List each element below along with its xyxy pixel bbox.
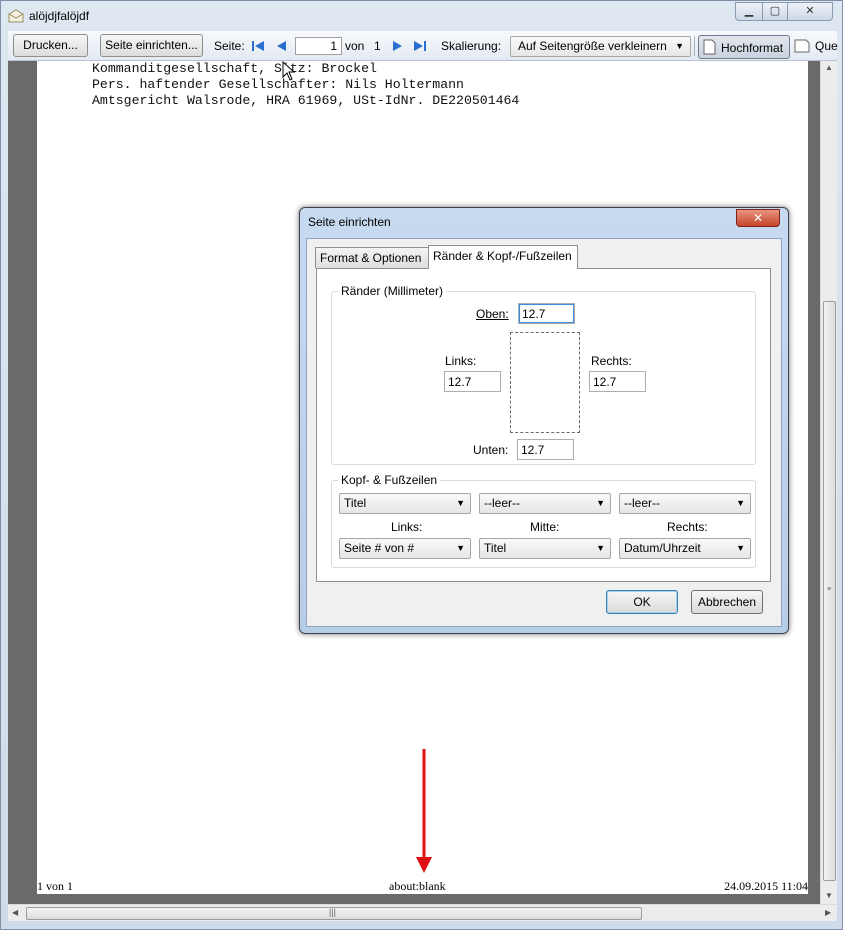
chevron-down-icon: ▼ bbox=[675, 41, 684, 51]
next-page-icon[interactable] bbox=[391, 39, 405, 53]
dialog-close-button[interactable]: ✕ bbox=[736, 209, 780, 227]
margins-group: Ränder (Millimeter) Oben: Links: Rechts:… bbox=[331, 284, 756, 465]
footer-left-value: Seite # von # bbox=[344, 541, 415, 555]
header-center-value: --leer-- bbox=[484, 496, 520, 510]
scaling-select[interactable]: Auf Seitengröße verkleinern ▼ bbox=[510, 36, 691, 57]
document-line: Pers. haftender Gesellschafter: Nils Hol… bbox=[92, 77, 464, 92]
scaling-label: Skalierung: bbox=[441, 39, 502, 53]
portrait-page-icon bbox=[703, 39, 716, 55]
scroll-left-icon[interactable]: ◀ bbox=[12, 908, 18, 917]
last-page-icon[interactable] bbox=[413, 39, 427, 53]
scroll-up-icon[interactable]: ▲ bbox=[825, 63, 833, 72]
maximize-button[interactable]: ▢ bbox=[762, 2, 788, 21]
headers-footers-group: Kopf- & Fußzeilen Titel ▼ --leer-- ▼ --lee… bbox=[331, 473, 756, 568]
page-footer-right: 24.09.2015 11:04 bbox=[724, 879, 808, 893]
dialog-body: Format & Optionen Ränder & Kopf-/Fußzeil… bbox=[306, 238, 782, 627]
top-margin-label: Oben: bbox=[476, 307, 509, 321]
header-right-value: --leer-- bbox=[624, 496, 660, 510]
total-pages: 1 bbox=[374, 39, 381, 53]
first-page-icon[interactable] bbox=[251, 39, 265, 53]
vertical-scrollbar[interactable]: ▲ ≡ ▼ bbox=[820, 61, 837, 904]
margins-legend: Ränder (Millimeter) bbox=[338, 284, 447, 298]
envelope-icon bbox=[8, 9, 24, 23]
tab-panel: Ränder (Millimeter) Oben: Links: Rechts:… bbox=[316, 268, 771, 582]
document-line: Kommanditgesellschaft, Sitz: Brockel bbox=[92, 61, 377, 76]
landscape-label[interactable]: Que bbox=[815, 39, 838, 53]
vertical-scroll-thumb[interactable]: ≡ bbox=[823, 301, 836, 881]
scaling-select-value: Auf Seitengröße verkleinern bbox=[518, 39, 667, 53]
footer-right-value: Datum/Uhrzeit bbox=[624, 541, 701, 555]
window-close-button[interactable]: ✕ bbox=[787, 2, 833, 21]
tab-margins-headers[interactable]: Ränder & Kopf-/Fußzeilen bbox=[428, 245, 578, 269]
cancel-button[interactable]: Abbrechen bbox=[691, 590, 763, 614]
scroll-right-icon[interactable]: ▶ bbox=[825, 908, 831, 917]
header-left-select[interactable]: Titel ▼ bbox=[339, 493, 471, 514]
footer-left-select[interactable]: Seite # von # ▼ bbox=[339, 538, 471, 559]
horizontal-scroll-thumb[interactable]: ||| bbox=[26, 907, 642, 920]
bottom-margin-input[interactable] bbox=[517, 439, 574, 460]
footer-center-select[interactable]: Titel ▼ bbox=[479, 538, 611, 559]
left-margin-input[interactable] bbox=[444, 371, 501, 392]
margin-preview-box bbox=[510, 332, 580, 433]
right-margin-input[interactable] bbox=[589, 371, 646, 392]
column-left-label: Links: bbox=[391, 520, 423, 534]
header-center-select[interactable]: --leer-- ▼ bbox=[479, 493, 611, 514]
footer-right-select[interactable]: Datum/Uhrzeit ▼ bbox=[619, 538, 751, 559]
page-setup-button[interactable]: Seite einrichten... bbox=[100, 34, 203, 57]
right-margin-label: Rechts: bbox=[591, 354, 632, 368]
chevron-down-icon: ▼ bbox=[456, 498, 465, 508]
portrait-label: Hochformat bbox=[721, 41, 784, 55]
header-right-select[interactable]: --leer-- ▼ bbox=[619, 493, 751, 514]
document-line: Amtsgericht Walsrode, HRA 61969, USt-IdN… bbox=[92, 93, 520, 108]
column-right-label: Rechts: bbox=[667, 520, 708, 534]
column-center-label: Mitte: bbox=[530, 520, 560, 534]
text-cursor-icon bbox=[282, 61, 295, 81]
title-bar[interactable]: alöjdjfalöjdf ▁ ▢ ✕ bbox=[1, 1, 842, 31]
horizontal-scrollbar[interactable]: ◀ ||| ▶ bbox=[8, 904, 837, 921]
chevron-down-icon: ▼ bbox=[736, 543, 745, 553]
top-margin-input[interactable] bbox=[518, 303, 575, 324]
tab-format-options[interactable]: Format & Optionen bbox=[315, 247, 429, 268]
of-label: von bbox=[345, 39, 365, 53]
portrait-button[interactable]: Hochformat bbox=[698, 35, 790, 59]
bottom-margin-label: Unten: bbox=[473, 443, 509, 457]
page-label: Seite: bbox=[214, 39, 245, 53]
previous-page-icon[interactable] bbox=[274, 39, 288, 53]
grip-icon: ≡ bbox=[827, 586, 832, 593]
toolbar-separator bbox=[694, 36, 695, 56]
print-button[interactable]: Drucken... bbox=[13, 34, 88, 57]
header-left-value: Titel bbox=[344, 496, 367, 510]
window-title: alöjdjfalöjdf bbox=[29, 9, 90, 23]
chevron-down-icon: ▼ bbox=[596, 543, 605, 553]
grip-icon: ||| bbox=[329, 907, 337, 917]
headers-footers-legend: Kopf- & Fußzeilen bbox=[338, 473, 441, 487]
chevron-down-icon: ▼ bbox=[736, 498, 745, 508]
chevron-down-icon: ▼ bbox=[596, 498, 605, 508]
minimize-button[interactable]: ▁ bbox=[735, 2, 763, 21]
landscape-page-icon[interactable] bbox=[794, 39, 810, 53]
chevron-down-icon: ▼ bbox=[456, 543, 465, 553]
footer-center-value: Titel bbox=[484, 541, 507, 555]
ok-button[interactable]: OK bbox=[606, 590, 678, 614]
dialog-title: Seite einrichten bbox=[308, 215, 391, 229]
scroll-down-icon[interactable]: ▼ bbox=[825, 891, 833, 900]
page-number-input[interactable] bbox=[295, 37, 342, 55]
page-footer-left: 1 von 1 bbox=[37, 879, 73, 893]
red-arrow-annotation bbox=[416, 749, 432, 873]
page-footer-center: about:blank bbox=[389, 879, 446, 893]
toolbar: Drucken... Seite einrichten... Seite: vo… bbox=[8, 31, 838, 61]
left-margin-label: Links: bbox=[445, 354, 477, 368]
page-setup-dialog: Seite einrichten ✕ Format & Optionen Rän… bbox=[299, 207, 789, 634]
